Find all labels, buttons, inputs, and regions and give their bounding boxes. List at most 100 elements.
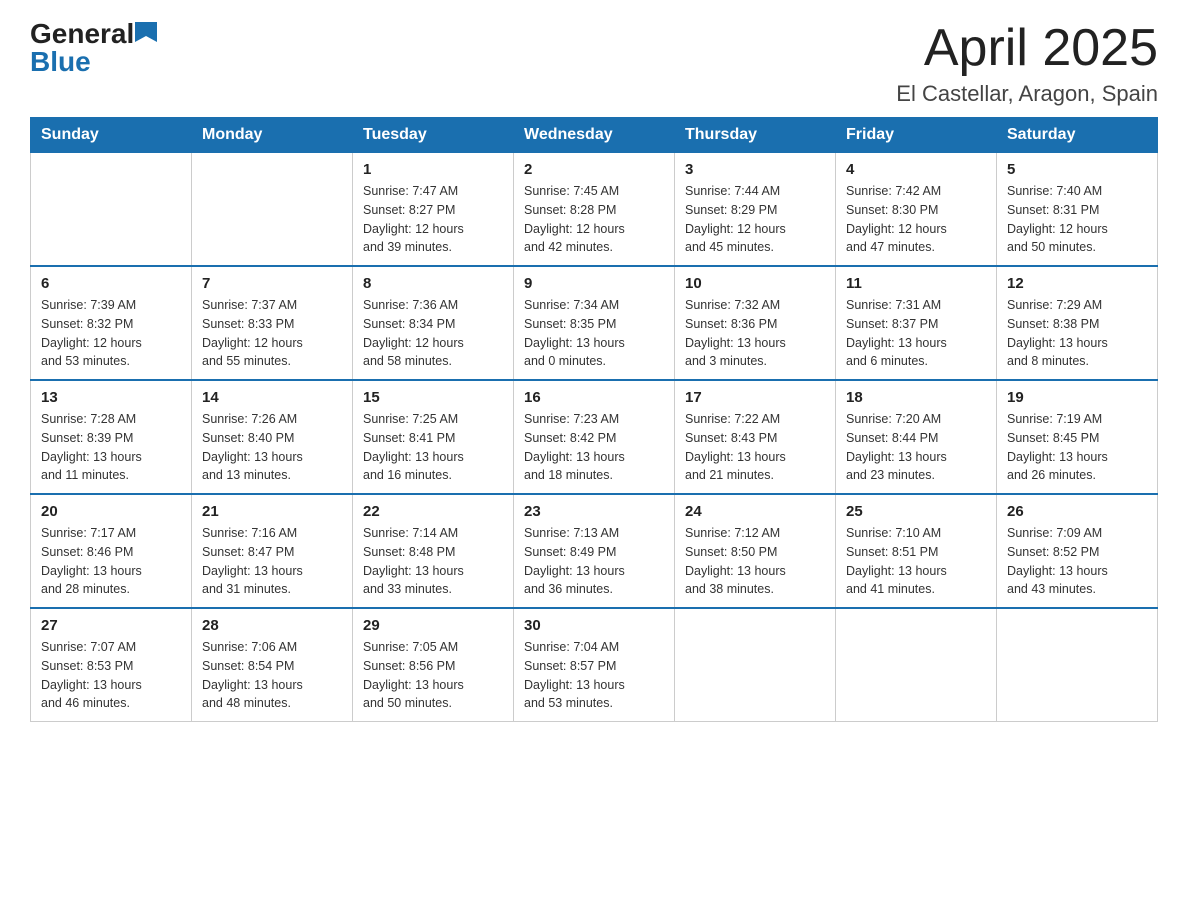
header-tuesday: Tuesday xyxy=(353,118,514,153)
day-info: Sunrise: 7:42 AMSunset: 8:30 PMDaylight:… xyxy=(846,182,986,257)
header-wednesday: Wednesday xyxy=(514,118,675,153)
day-info: Sunrise: 7:29 AMSunset: 8:38 PMDaylight:… xyxy=(1007,296,1147,371)
day-number: 20 xyxy=(41,503,181,520)
header-saturday: Saturday xyxy=(997,118,1158,153)
calendar-cell: 22 Sunrise: 7:14 AMSunset: 8:48 PMDayligh… xyxy=(353,494,514,608)
week-row-2: 6 Sunrise: 7:39 AMSunset: 8:32 PMDaylight… xyxy=(31,266,1158,380)
calendar-cell: 18 Sunrise: 7:20 AMSunset: 8:44 PMDayligh… xyxy=(836,380,997,494)
header-monday: Monday xyxy=(192,118,353,153)
calendar-cell xyxy=(675,608,836,722)
calendar-cell: 19 Sunrise: 7:19 AMSunset: 8:45 PMDayligh… xyxy=(997,380,1158,494)
calendar-cell: 20 Sunrise: 7:17 AMSunset: 8:46 PMDayligh… xyxy=(31,494,192,608)
day-info: Sunrise: 7:25 AMSunset: 8:41 PMDaylight:… xyxy=(363,410,503,485)
calendar-cell: 4 Sunrise: 7:42 AMSunset: 8:30 PMDaylight… xyxy=(836,153,997,267)
day-number: 30 xyxy=(524,617,664,634)
day-number: 8 xyxy=(363,275,503,292)
week-row-4: 20 Sunrise: 7:17 AMSunset: 8:46 PMDayligh… xyxy=(31,494,1158,608)
calendar-cell: 30 Sunrise: 7:04 AMSunset: 8:57 PMDayligh… xyxy=(514,608,675,722)
day-info: Sunrise: 7:45 AMSunset: 8:28 PMDaylight:… xyxy=(524,182,664,257)
day-info: Sunrise: 7:23 AMSunset: 8:42 PMDaylight:… xyxy=(524,410,664,485)
day-info: Sunrise: 7:10 AMSunset: 8:51 PMDaylight:… xyxy=(846,524,986,599)
day-number: 4 xyxy=(846,161,986,178)
day-number: 21 xyxy=(202,503,342,520)
day-info: Sunrise: 7:07 AMSunset: 8:53 PMDaylight:… xyxy=(41,638,181,713)
day-number: 22 xyxy=(363,503,503,520)
day-info: Sunrise: 7:09 AMSunset: 8:52 PMDaylight:… xyxy=(1007,524,1147,599)
day-number: 7 xyxy=(202,275,342,292)
day-number: 6 xyxy=(41,275,181,292)
day-number: 9 xyxy=(524,275,664,292)
calendar-cell: 6 Sunrise: 7:39 AMSunset: 8:32 PMDaylight… xyxy=(31,266,192,380)
calendar-cell: 16 Sunrise: 7:23 AMSunset: 8:42 PMDayligh… xyxy=(514,380,675,494)
header-sunday: Sunday xyxy=(31,118,192,153)
day-info: Sunrise: 7:04 AMSunset: 8:57 PMDaylight:… xyxy=(524,638,664,713)
week-row-3: 13Sunrise: 7:28 AMSunset: 8:39 PMDayligh… xyxy=(31,380,1158,494)
calendar-cell: 2 Sunrise: 7:45 AMSunset: 8:28 PMDaylight… xyxy=(514,153,675,267)
day-info: Sunrise: 7:32 AMSunset: 8:36 PMDaylight:… xyxy=(685,296,825,371)
day-number: 28 xyxy=(202,617,342,634)
calendar-table: Sunday Monday Tuesday Wednesday Thursday… xyxy=(30,117,1158,722)
day-number: 16 xyxy=(524,389,664,406)
calendar-cell: 29 Sunrise: 7:05 AMSunset: 8:56 PMDayligh… xyxy=(353,608,514,722)
day-number: 27 xyxy=(41,617,181,634)
calendar-cell: 28Sunrise: 7:06 AMSunset: 8:54 PMDayligh… xyxy=(192,608,353,722)
calendar-cell: 5Sunrise: 7:40 AMSunset: 8:31 PMDaylight… xyxy=(997,153,1158,267)
day-info: Sunrise: 7:36 AMSunset: 8:34 PMDaylight:… xyxy=(363,296,503,371)
calendar-cell: 17Sunrise: 7:22 AMSunset: 8:43 PMDayligh… xyxy=(675,380,836,494)
calendar-cell: 23 Sunrise: 7:13 AMSunset: 8:49 PMDayligh… xyxy=(514,494,675,608)
week-row-5: 27 Sunrise: 7:07 AMSunset: 8:53 PMDayligh… xyxy=(31,608,1158,722)
calendar-cell: 14Sunrise: 7:26 AMSunset: 8:40 PMDayligh… xyxy=(192,380,353,494)
day-info: Sunrise: 7:12 AMSunset: 8:50 PMDaylight:… xyxy=(685,524,825,599)
calendar-cell xyxy=(997,608,1158,722)
day-info: Sunrise: 7:19 AMSunset: 8:45 PMDaylight:… xyxy=(1007,410,1147,485)
day-info: Sunrise: 7:20 AMSunset: 8:44 PMDaylight:… xyxy=(846,410,986,485)
day-info: Sunrise: 7:26 AMSunset: 8:40 PMDaylight:… xyxy=(202,410,342,485)
day-info: Sunrise: 7:17 AMSunset: 8:46 PMDaylight:… xyxy=(41,524,181,599)
day-number: 23 xyxy=(524,503,664,520)
day-info: Sunrise: 7:14 AMSunset: 8:48 PMDaylight:… xyxy=(363,524,503,599)
day-number: 19 xyxy=(1007,389,1147,406)
day-info: Sunrise: 7:37 AMSunset: 8:33 PMDaylight:… xyxy=(202,296,342,371)
page-header: General Blue April 2025 El Castellar, Ar… xyxy=(30,20,1158,107)
header-thursday: Thursday xyxy=(675,118,836,153)
day-info: Sunrise: 7:39 AMSunset: 8:32 PMDaylight:… xyxy=(41,296,181,371)
day-info: Sunrise: 7:13 AMSunset: 8:49 PMDaylight:… xyxy=(524,524,664,599)
logo-flag-icon xyxy=(135,22,157,46)
logo-general-text: General xyxy=(30,20,134,48)
calendar-cell xyxy=(31,153,192,267)
calendar-cell: 21 Sunrise: 7:16 AMSunset: 8:47 PMDayligh… xyxy=(192,494,353,608)
calendar-cell: 9 Sunrise: 7:34 AMSunset: 8:35 PMDaylight… xyxy=(514,266,675,380)
calendar-cell: 11Sunrise: 7:31 AMSunset: 8:37 PMDayligh… xyxy=(836,266,997,380)
calendar-cell: 25 Sunrise: 7:10 AMSunset: 8:51 PMDayligh… xyxy=(836,494,997,608)
day-number: 2 xyxy=(524,161,664,178)
day-number: 15 xyxy=(363,389,503,406)
calendar-cell: 3 Sunrise: 7:44 AMSunset: 8:29 PMDaylight… xyxy=(675,153,836,267)
day-info: Sunrise: 7:31 AMSunset: 8:37 PMDaylight:… xyxy=(846,296,986,371)
calendar-cell: 10 Sunrise: 7:32 AMSunset: 8:36 PMDayligh… xyxy=(675,266,836,380)
calendar-cell: 7 Sunrise: 7:37 AMSunset: 8:33 PMDaylight… xyxy=(192,266,353,380)
day-info: Sunrise: 7:05 AMSunset: 8:56 PMDaylight:… xyxy=(363,638,503,713)
header-friday: Friday xyxy=(836,118,997,153)
day-number: 10 xyxy=(685,275,825,292)
logo-blue-text: Blue xyxy=(30,46,91,77)
day-number: 29 xyxy=(363,617,503,634)
logo-text: General xyxy=(30,20,159,48)
day-number: 13 xyxy=(41,389,181,406)
calendar-cell: 24Sunrise: 7:12 AMSunset: 8:50 PMDayligh… xyxy=(675,494,836,608)
day-info: Sunrise: 7:47 AMSunset: 8:27 PMDaylight:… xyxy=(363,182,503,257)
day-number: 25 xyxy=(846,503,986,520)
calendar-cell: 27 Sunrise: 7:07 AMSunset: 8:53 PMDayligh… xyxy=(31,608,192,722)
title-block: April 2025 El Castellar, Aragon, Spain xyxy=(896,20,1158,107)
day-number: 3 xyxy=(685,161,825,178)
calendar-cell: 15 Sunrise: 7:25 AMSunset: 8:41 PMDayligh… xyxy=(353,380,514,494)
calendar-cell: 12 Sunrise: 7:29 AMSunset: 8:38 PMDayligh… xyxy=(997,266,1158,380)
day-number: 18 xyxy=(846,389,986,406)
day-info: Sunrise: 7:16 AMSunset: 8:47 PMDaylight:… xyxy=(202,524,342,599)
calendar-cell: 8 Sunrise: 7:36 AMSunset: 8:34 PMDaylight… xyxy=(353,266,514,380)
day-info: Sunrise: 7:34 AMSunset: 8:35 PMDaylight:… xyxy=(524,296,664,371)
day-number: 26 xyxy=(1007,503,1147,520)
day-info: Sunrise: 7:40 AMSunset: 8:31 PMDaylight:… xyxy=(1007,182,1147,257)
calendar-cell: 1Sunrise: 7:47 AMSunset: 8:27 PMDaylight… xyxy=(353,153,514,267)
day-number: 12 xyxy=(1007,275,1147,292)
day-info: Sunrise: 7:44 AMSunset: 8:29 PMDaylight:… xyxy=(685,182,825,257)
